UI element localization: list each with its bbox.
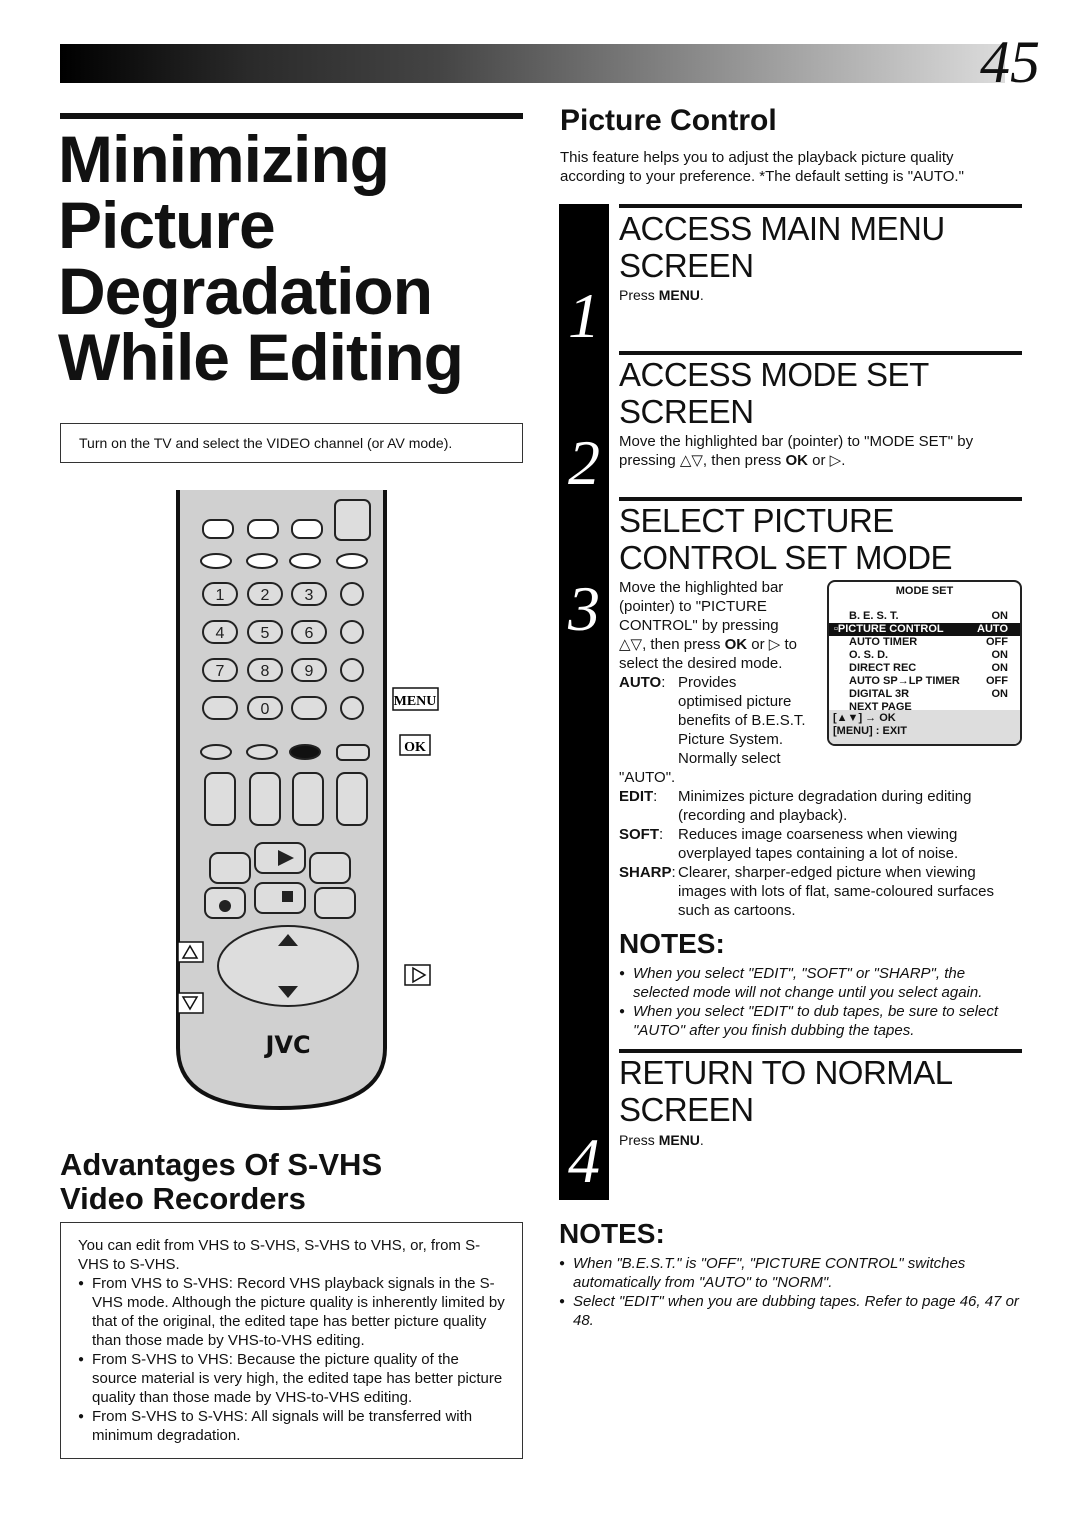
step-heading: RETURN TO NORMAL SCREEN: [619, 1054, 953, 1128]
step-number: 2: [568, 427, 600, 498]
key-7: 7: [216, 663, 225, 680]
text: or ▷.: [807, 452, 846, 469]
brand-logo: JVC: [263, 1031, 310, 1059]
section-intro: This feature helps you to adjust the pla…: [560, 149, 964, 185]
title-line: Minimizing: [58, 122, 390, 196]
heading-line: ACCESS MAIN MENU: [619, 210, 945, 247]
notes-1: NOTES: When you select "EDIT", "SOFT" or…: [619, 928, 1024, 1040]
key-9: 9: [305, 663, 314, 680]
key-6: 6: [305, 625, 314, 642]
osd-title: MODE SET: [895, 585, 954, 597]
step-number-bar: 1 2 3 4: [559, 204, 609, 1200]
mode-sharp: SHARP: Clearer, sharper-edged picture wh…: [619, 864, 994, 919]
osd-row-highlighted: ▫PICTURE CONTROL AUTO: [829, 623, 1020, 636]
heading-line: Video Recorders: [60, 1181, 306, 1216]
title-line: While Editing: [58, 320, 464, 394]
mode-desc: Provides optimised picture benefits of B.E…: [678, 674, 806, 767]
list-item: From S-VHS to VHS: Because the picture q…: [78, 1350, 506, 1407]
step-text: Press MENU.: [619, 1132, 704, 1148]
step-text: Move the highlighted bar (pointer) to "M…: [619, 432, 1019, 470]
tv-note-box: Turn on the TV and select the VIDEO chan…: [60, 423, 523, 463]
heading-line: SCREEN: [619, 393, 754, 430]
key-2: 2: [261, 587, 270, 604]
text: △▽, then press: [619, 636, 725, 653]
title-line: Degradation: [58, 254, 433, 328]
heading-line: SCREEN: [619, 247, 754, 284]
advantages-heading: Advantages Of S-VHS Video Recorders: [60, 1148, 382, 1216]
menu-callout-label: MENU: [394, 694, 437, 709]
section-title: Picture Control: [560, 104, 777, 137]
step-rule: [619, 1049, 1022, 1053]
key-name: OK: [785, 452, 808, 469]
mode-key: AUTO:: [619, 674, 666, 691]
key-5: 5: [261, 625, 270, 642]
step-rule: [619, 204, 1022, 208]
step-heading: ACCESS MODE SET SCREEN: [619, 356, 929, 430]
osd-row: O. S. D. ON: [849, 649, 1008, 661]
step-rule: [619, 497, 1022, 501]
step-number: 3: [568, 573, 600, 644]
list-item: From S-VHS to S-VHS: All signals will be…: [78, 1407, 506, 1445]
note-item: When you select "EDIT", "SOFT" or "SHARP…: [619, 964, 1024, 1002]
note-item: When you select "EDIT" to dub tapes, be …: [619, 1002, 1024, 1040]
notes-2: NOTES: When "B.E.S.T." is "OFF", "PICTUR…: [559, 1218, 1019, 1330]
text: .: [699, 287, 704, 303]
title-line: Picture: [58, 188, 276, 262]
key-4: 4: [216, 625, 225, 642]
key-name: OK: [724, 636, 748, 653]
advantages-box: You can edit from VHS to S-VHS, S-VHS to…: [60, 1222, 523, 1459]
osd-row: AUTO SP→LP TIMER OFF: [849, 675, 1008, 687]
osd-row: DIRECT REC ON: [849, 662, 1008, 674]
step-rule: [619, 351, 1022, 355]
key-name: MENU: [658, 1132, 700, 1148]
heading-line: CONTROL SET MODE: [619, 539, 953, 576]
osd-row: AUTO TIMER OFF: [849, 636, 1008, 648]
ok-callout-label: OK: [404, 740, 426, 755]
mode-set-osd: MODE SET B. E. S. T. ON ▫PICTURE CONTROL A…: [827, 580, 1022, 746]
header-gradient-bar: [60, 44, 1005, 83]
list-item: From VHS to S-VHS: Record VHS playback s…: [78, 1274, 506, 1350]
page-number: 45: [980, 29, 1040, 95]
heading-line: SCREEN: [619, 1091, 754, 1128]
mode-soft: SOFT: Reduces image coarseness when view…: [619, 826, 959, 862]
notes-heading: NOTES:: [619, 928, 725, 959]
page-title: Minimizing Picture Degradation While Edi…: [58, 122, 464, 394]
heading-line: ACCESS MODE SET: [619, 356, 929, 393]
heading-line: Advantages Of S-VHS: [60, 1147, 383, 1182]
osd-footer: [▲▼] → OK [MENU] : EXIT: [829, 710, 1020, 744]
title-rule: [60, 113, 523, 119]
osd-row: DIGITAL 3R ON: [849, 688, 1008, 700]
step-number: 4: [568, 1125, 600, 1196]
text: or ▷ to: [747, 636, 798, 653]
step-text: Press MENU.: [619, 286, 1019, 305]
key-1: 1: [216, 587, 225, 604]
step-heading: ACCESS MAIN MENU SCREEN: [619, 210, 945, 284]
key-8: 8: [261, 663, 270, 680]
notes-heading: NOTES:: [559, 1218, 665, 1249]
mode-edit: EDIT: Minimizes picture degradation duri…: [619, 788, 972, 824]
key-3: 3: [305, 587, 314, 604]
note-item: When "B.E.S.T." is "OFF", "PICTURE CONTR…: [559, 1254, 1019, 1292]
osd-row: B. E. S. T. ON: [849, 610, 1008, 622]
step-number: 1: [568, 280, 600, 351]
heading-line: RETURN TO NORMAL: [619, 1054, 953, 1091]
advantages-intro: You can edit from VHS to S-VHS, S-VHS to…: [78, 1237, 481, 1273]
step-heading: SELECT PICTURE CONTROL SET MODE: [619, 502, 953, 576]
remote-control-illustration: 1 2 3 4 5 6 7 8 9 0 MENU OK JVC: [176, 490, 439, 1111]
note-item: Select "EDIT" when you are dubbing tapes…: [559, 1292, 1019, 1330]
key-0: 0: [261, 701, 270, 718]
text: Press: [619, 287, 659, 303]
text: "AUTO".: [619, 769, 676, 786]
heading-line: SELECT PICTURE: [619, 502, 894, 539]
key-name: MENU: [658, 287, 700, 303]
